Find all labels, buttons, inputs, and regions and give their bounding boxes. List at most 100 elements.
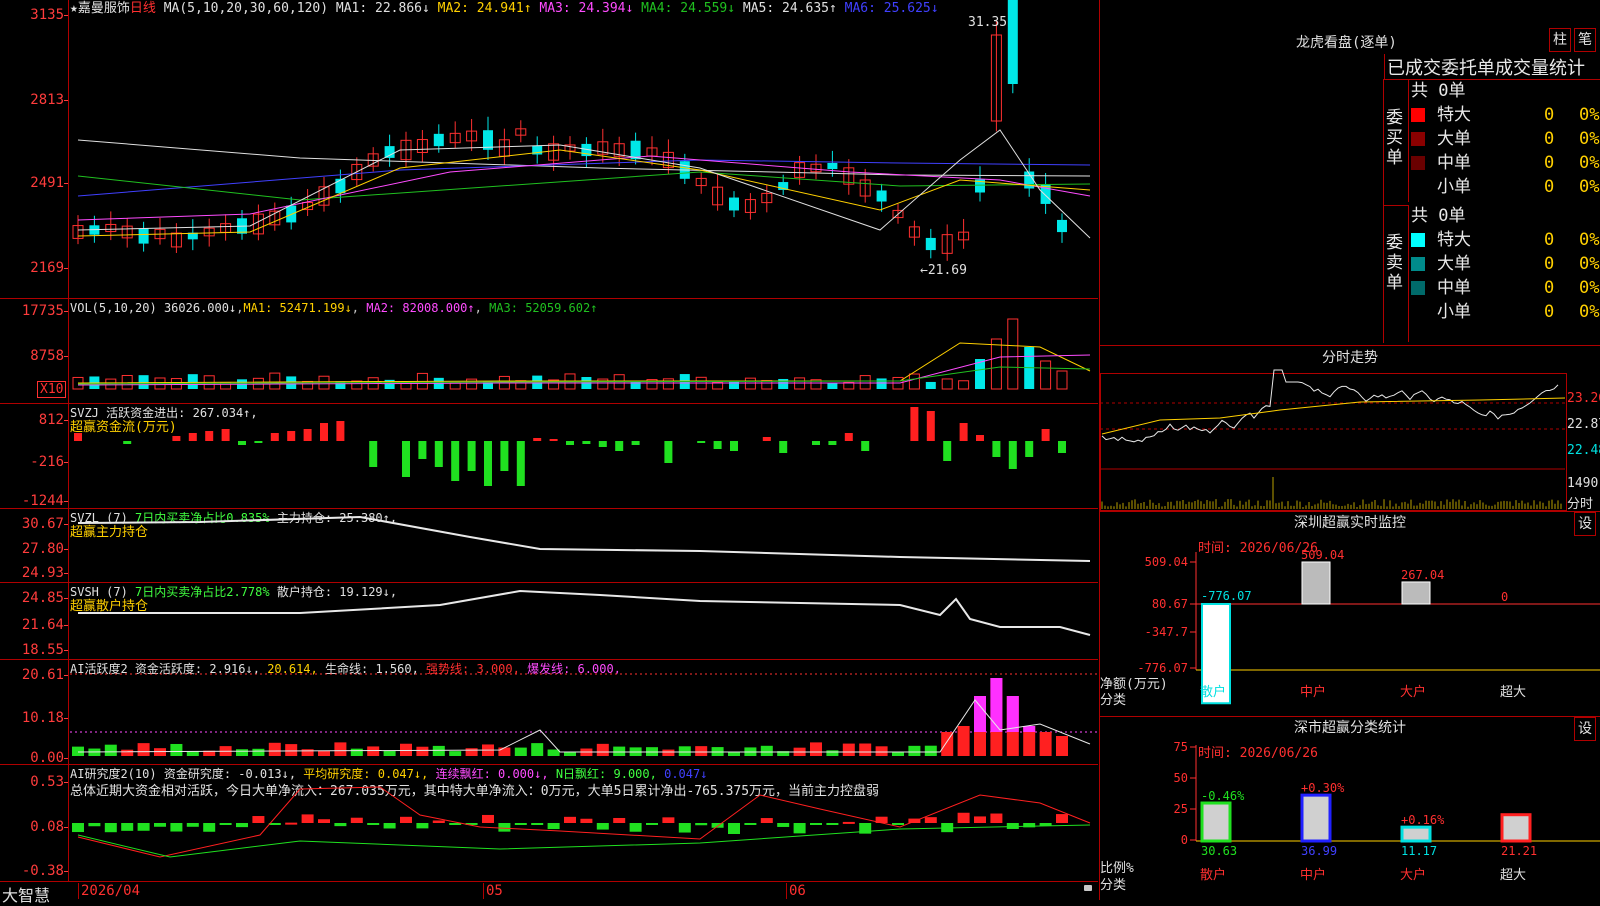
research-bar	[1039, 823, 1052, 826]
order-row: 特大 0 0%	[1411, 228, 1600, 252]
activity-bar	[531, 743, 544, 756]
stats-value: 21.21	[1501, 844, 1537, 858]
stats-chart[interactable]: 75 50 25 0 -0.46% 30.63 散户 +0.30% 36.99 中户 +0.16% 1…	[1100, 717, 1600, 901]
bar-mode-button[interactable]: 柱	[1549, 28, 1571, 52]
monitor-category: 超大	[1500, 685, 1526, 700]
activity-bar	[728, 751, 740, 756]
candlestick-chart[interactable]	[0, 0, 1098, 298]
svzj-bar	[992, 441, 1001, 457]
category-stats-panel[interactable]: 深市超赢分类统计 设 时间: 2026/06/26 75 50 25 0 -0.46% 3…	[1100, 716, 1600, 901]
ma-line	[77, 149, 1091, 237]
price-panel[interactable]: 3135 2813 2491 2169 ★嘉曼服饰日线 MA(5,10,20,3…	[0, 0, 1098, 299]
research-bar	[400, 816, 412, 823]
stats-change: -0.46%	[1201, 789, 1245, 803]
lock-icon[interactable]	[1084, 885, 1092, 891]
stats-value: 11.17	[1401, 844, 1437, 858]
svzj-bar	[287, 431, 296, 441]
svzj-bar	[451, 441, 460, 481]
svzj-bar	[238, 441, 246, 445]
svzj-bar	[812, 441, 820, 445]
svzj-bar	[631, 441, 640, 445]
svzj-bar	[270, 433, 279, 441]
activity-bar	[678, 746, 691, 756]
stats-value: 30.63	[1201, 844, 1237, 858]
svzj-panel[interactable]: 812 -216 -1244 SVZJ 活跃资金进出: 267.034↑, 超赢…	[0, 404, 1098, 509]
monitor-value: -776.07	[1201, 589, 1252, 603]
activity-bar	[842, 743, 855, 756]
svzj-bar	[369, 441, 378, 467]
svzj-bar	[959, 423, 968, 441]
ai-activity-panel[interactable]: 20.61 10.18 0.00 AI活跃度2 资金活跃度: 2.916↓, 2…	[0, 660, 1098, 765]
svzl-panel[interactable]: 30.67 27.80 24.93 SVZL (7) 7日内买卖净占比0.835…	[0, 509, 1098, 583]
stats-bar	[1500, 813, 1532, 843]
color-swatch	[1411, 257, 1425, 271]
research-bar	[613, 817, 626, 823]
candle-body	[384, 146, 395, 158]
monitor-category: 散户	[1200, 684, 1226, 700]
research-bar	[810, 823, 822, 825]
research-bar	[514, 823, 527, 825]
order-count: 0	[1544, 129, 1555, 149]
research-bar	[974, 816, 986, 823]
activity-bar	[72, 746, 84, 756]
candle-body	[925, 237, 936, 251]
activity-bar	[875, 746, 888, 756]
realtime-monitor-panel[interactable]: 深圳超赢实时监控 设 时间: 2026/06/26 509.04 80.67 -34…	[1100, 511, 1600, 716]
ai-research-bars[interactable]	[0, 765, 1098, 881]
research-bar	[695, 823, 708, 826]
intraday-panel[interactable]: 分时走势 23.26 22.87 22.48 1490 分时	[1100, 345, 1600, 512]
color-swatch	[1411, 281, 1425, 295]
intraday-chart[interactable]	[1100, 346, 1600, 511]
activity-bar	[318, 750, 330, 756]
research-bar	[104, 823, 117, 833]
research-bar	[154, 823, 166, 827]
volume-bars[interactable]	[0, 299, 1098, 403]
svzj-bar	[516, 441, 525, 486]
ai-research-panel[interactable]: 0.53 0.08 -0.38 AI研究度2(10) 资金研究度: -0.013…	[0, 765, 1098, 882]
high-price-label: 31.35	[968, 15, 1008, 30]
research-bar	[88, 823, 101, 827]
buy-total: 共 0单	[1411, 81, 1466, 101]
volume-bar	[958, 380, 970, 390]
price-line	[1101, 369, 1559, 443]
date-tick: 06	[786, 883, 806, 899]
monitor-tick: -347.7	[1145, 625, 1188, 639]
order-count: 0	[1544, 105, 1555, 125]
order-row: 小单 0 0%	[1411, 300, 1600, 324]
ai-activity-bars[interactable]	[0, 660, 1098, 764]
activity-bar	[695, 746, 708, 756]
activity-bar	[334, 742, 347, 756]
activity-bar	[383, 750, 396, 756]
stats-change: +0.16%	[1401, 813, 1445, 827]
research-bar	[186, 823, 199, 827]
activity-bar	[170, 743, 183, 756]
volume-panel[interactable]: 17735 8758 X10 VOL(5,10,20) 36026.000↓,M…	[0, 299, 1098, 404]
research-bar	[957, 812, 970, 823]
research-bar	[498, 823, 511, 832]
order-size-label: 中单	[1437, 153, 1471, 173]
monitor-chart[interactable]: 509.0480.67-347.7-776.07-776.07散户509.04中…	[1100, 512, 1600, 716]
tick-mode-button[interactable]: 笔	[1574, 28, 1596, 52]
svzj-bar	[484, 441, 492, 486]
dragon-tiger-panel[interactable]: 龙虎看盘(逐单) 柱 笔 已成交委托单成交量统计 委买单 委卖单 共 0单 特大…	[1100, 0, 1600, 344]
volume-bar	[908, 373, 920, 390]
svsh-line[interactable]	[0, 583, 1098, 659]
svzj-bar	[664, 441, 673, 463]
svzj-bar	[566, 441, 574, 445]
volume-bar	[466, 378, 478, 390]
sell-total: 共 0单	[1411, 206, 1466, 226]
svzj-bar	[976, 435, 984, 441]
color-swatch	[1411, 156, 1425, 170]
ma-line	[77, 171, 1091, 201]
color-swatch	[1411, 305, 1425, 319]
volume-bar	[778, 378, 789, 389]
svzj-bar	[320, 423, 328, 441]
svsh-panel[interactable]: 24.85 21.64 18.55 SVSH (7) 7日内买卖净占比2.778…	[0, 583, 1098, 660]
intraday-price: 22.48	[1567, 443, 1600, 458]
svzj-bar	[861, 441, 870, 451]
color-swatch	[1411, 233, 1425, 247]
svzl-line[interactable]	[0, 509, 1098, 582]
svzj-bars[interactable]	[0, 404, 1098, 508]
activity-bar	[236, 749, 248, 756]
candle-body	[876, 190, 887, 202]
